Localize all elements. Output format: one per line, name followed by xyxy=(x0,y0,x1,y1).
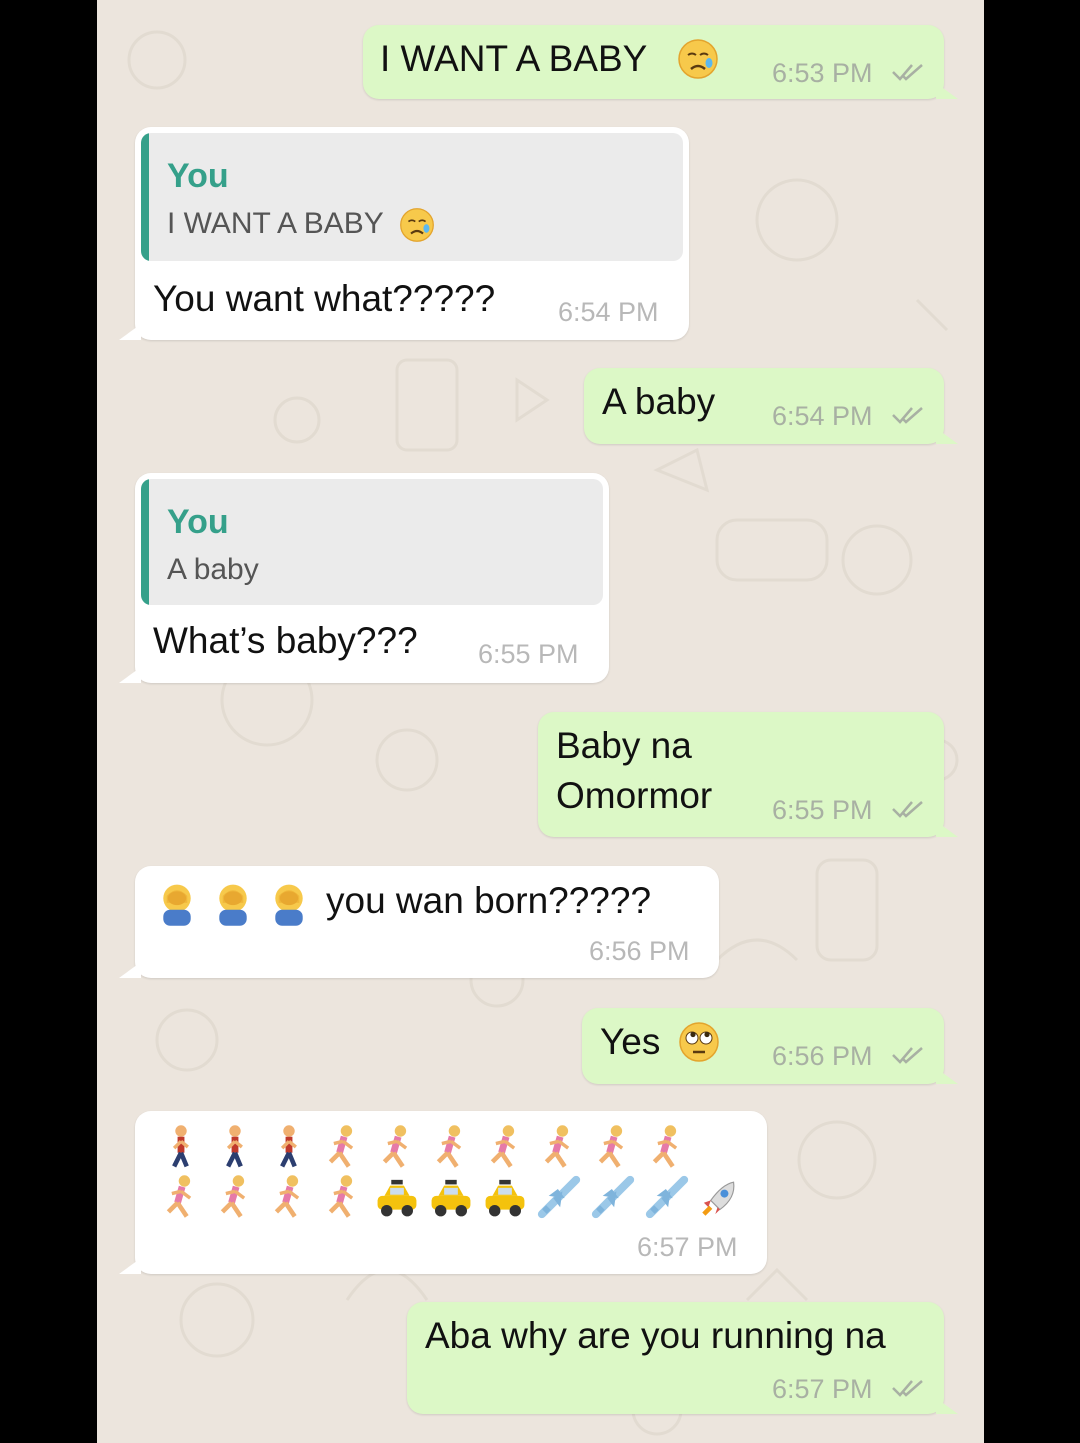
running-emoji xyxy=(436,1125,462,1168)
message-text: Aba why are you running na xyxy=(425,1315,886,1356)
quote-accent-bar xyxy=(141,133,149,261)
read-receipt-icon xyxy=(892,64,923,81)
message-time: 6:56 PM xyxy=(589,936,690,966)
message-text: What’s baby??? xyxy=(153,620,418,661)
airplane-emoji xyxy=(645,1175,689,1219)
message-time: 6:54 PM xyxy=(772,401,873,431)
running-emoji xyxy=(166,1175,192,1218)
message-time: 6:57 PM xyxy=(772,1374,873,1404)
read-receipt-icon xyxy=(892,1380,923,1397)
running-emoji xyxy=(328,1175,354,1218)
facepalm-emoji xyxy=(219,884,247,926)
outgoing-message[interactable]: Aba why are you running na 6:57 PM xyxy=(407,1302,958,1414)
taxi-emoji xyxy=(485,1179,525,1217)
running-emoji xyxy=(220,1175,246,1218)
message-text: Yes xyxy=(600,1021,661,1062)
running-emoji xyxy=(598,1125,624,1168)
running-emoji xyxy=(544,1125,570,1168)
running-emoji xyxy=(652,1125,678,1168)
message-time: 6:54 PM xyxy=(558,297,659,327)
message-time: 6:55 PM xyxy=(478,639,579,669)
quote-text: I WANT A BABY xyxy=(167,207,384,240)
read-receipt-icon xyxy=(892,407,923,424)
message-time: 6:57 PM xyxy=(637,1232,738,1262)
message-text: A baby xyxy=(602,381,716,422)
walking-emoji xyxy=(280,1125,297,1168)
running-emoji xyxy=(328,1125,354,1168)
facepalm-emoji-row xyxy=(153,878,323,926)
message-time: 6:56 PM xyxy=(772,1041,873,1071)
facepalm-emoji xyxy=(163,884,191,926)
message-text: You want what????? xyxy=(153,278,496,319)
taxi-emoji xyxy=(377,1179,417,1217)
incoming-message[interactable]: you wan born????? 6:56 PM xyxy=(119,866,719,978)
outgoing-message[interactable]: Baby na Omormor 6:55 PM xyxy=(538,712,958,837)
read-receipt-icon xyxy=(892,1047,923,1064)
message-text-line1: Baby na xyxy=(556,725,692,766)
walking-emoji xyxy=(226,1125,243,1168)
airplane-emoji xyxy=(537,1175,581,1219)
emoji-row-2 xyxy=(157,1171,757,1223)
quote-author: You xyxy=(167,503,229,541)
incoming-message[interactable]: You I WANT A BABY You want what????? 6:5… xyxy=(119,127,689,340)
running-emoji xyxy=(490,1125,516,1168)
running-emoji xyxy=(382,1125,408,1168)
emoji-row-1 xyxy=(157,1121,757,1173)
outgoing-message[interactable]: Yes 6:56 PM xyxy=(582,1008,958,1084)
incoming-message[interactable]: 6:57 PM xyxy=(119,1111,767,1274)
walking-emoji xyxy=(172,1125,189,1168)
taxi-emoji xyxy=(431,1179,471,1217)
message-time: 6:53 PM xyxy=(772,58,873,88)
read-receipt-icon xyxy=(892,801,923,818)
quoted-message[interactable]: You I WANT A BABY xyxy=(141,133,683,261)
quoted-message[interactable]: You A baby xyxy=(141,479,603,605)
message-text-line2: Omormor xyxy=(556,775,713,816)
message-text: you wan born????? xyxy=(326,880,652,921)
message-time: 6:55 PM xyxy=(772,795,873,825)
facepalm-emoji xyxy=(275,884,303,926)
chat-area[interactable]: I WANT A BABY 6:53 PM You I WANT A BABY xyxy=(97,0,984,1443)
outgoing-message[interactable]: A baby 6:54 PM xyxy=(584,368,958,444)
message-text: I WANT A BABY xyxy=(380,38,648,79)
airplane-emoji xyxy=(591,1175,635,1219)
quote-author: You xyxy=(167,157,229,195)
crying-face-emoji xyxy=(678,39,718,79)
rocket-emoji xyxy=(702,1181,735,1216)
incoming-message[interactable]: You A baby What’s baby??? 6:55 PM xyxy=(119,473,609,683)
quote-accent-bar xyxy=(141,479,149,605)
rolling-eyes-face-emoji xyxy=(679,1022,719,1062)
quote-text: A baby xyxy=(167,553,259,586)
running-emoji xyxy=(274,1175,300,1218)
outgoing-message[interactable]: I WANT A BABY 6:53 PM xyxy=(363,25,958,99)
crying-face-emoji xyxy=(400,208,434,242)
